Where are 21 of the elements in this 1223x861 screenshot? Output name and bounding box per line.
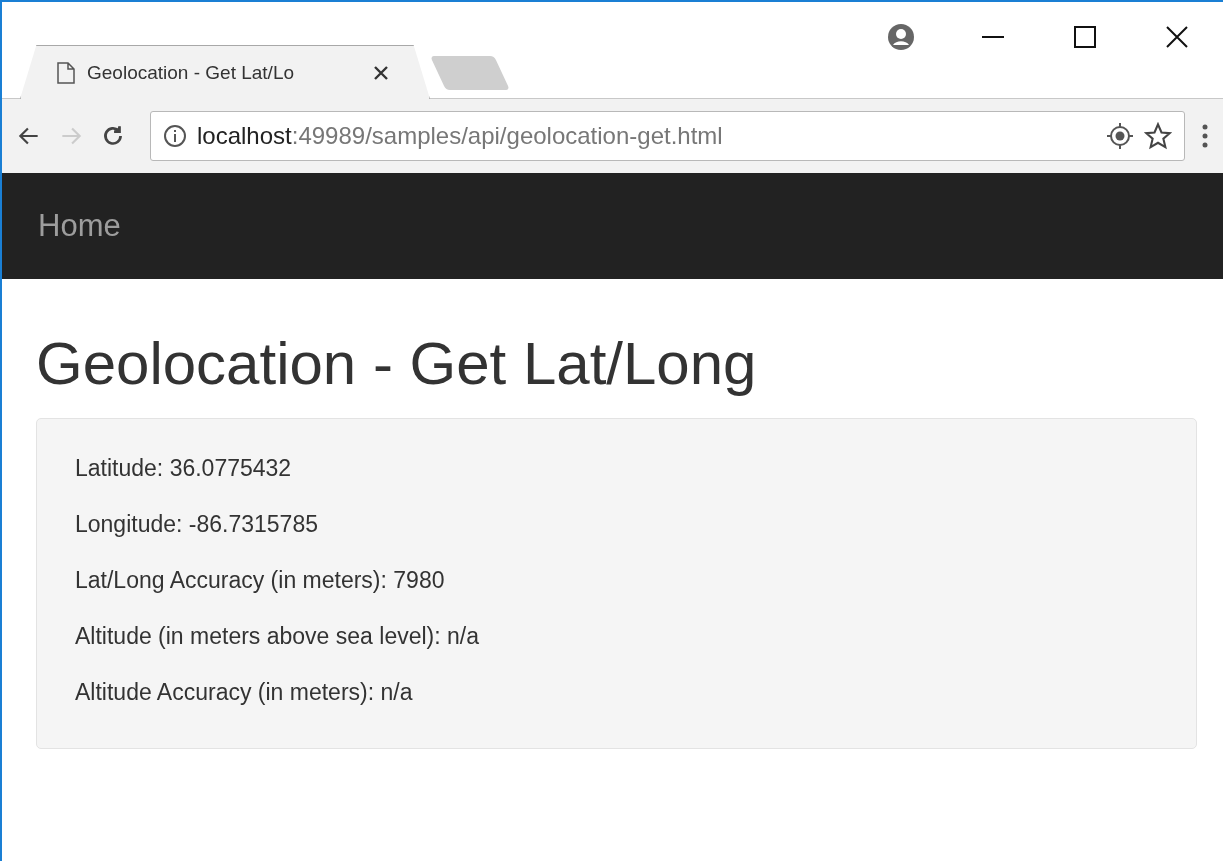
star-icon[interactable] xyxy=(1144,122,1172,150)
close-icon[interactable] xyxy=(373,64,389,81)
browser-tab[interactable]: Geolocation - Get Lat/Lo xyxy=(20,45,430,99)
info-icon[interactable] xyxy=(163,124,187,148)
info-line: Altitude Accuracy (in meters): n/a xyxy=(75,679,414,706)
location-icon[interactable] xyxy=(1106,122,1134,150)
tab-title: Geolocation - Get Lat/Lo xyxy=(87,61,295,84)
info-line: Latitude: 36.0775432 xyxy=(75,455,293,482)
maximize-icon[interactable] xyxy=(1074,26,1096,48)
info-line: Lat/Long Accuracy (in meters): 7980 xyxy=(75,567,446,594)
close-icon[interactable] xyxy=(1166,26,1188,48)
home-link[interactable]: Home xyxy=(38,208,121,244)
info-line: Altitude (in meters above sea level): n/a xyxy=(75,623,480,650)
url-text: localhost:49989/samples/api/geolocation-get.html xyxy=(197,122,724,150)
minimize-icon[interactable] xyxy=(982,35,1004,39)
page-heading: Geolocation - Get Lat/Long xyxy=(36,329,758,398)
menu-icon[interactable] xyxy=(1201,122,1209,150)
info-line: Longitude: -86.7315785 xyxy=(75,511,319,538)
address-bar[interactable]: localhost:49989/samples/api/geolocation-get.html xyxy=(150,111,1185,161)
profile-icon[interactable] xyxy=(887,23,915,51)
page-icon xyxy=(57,61,75,84)
